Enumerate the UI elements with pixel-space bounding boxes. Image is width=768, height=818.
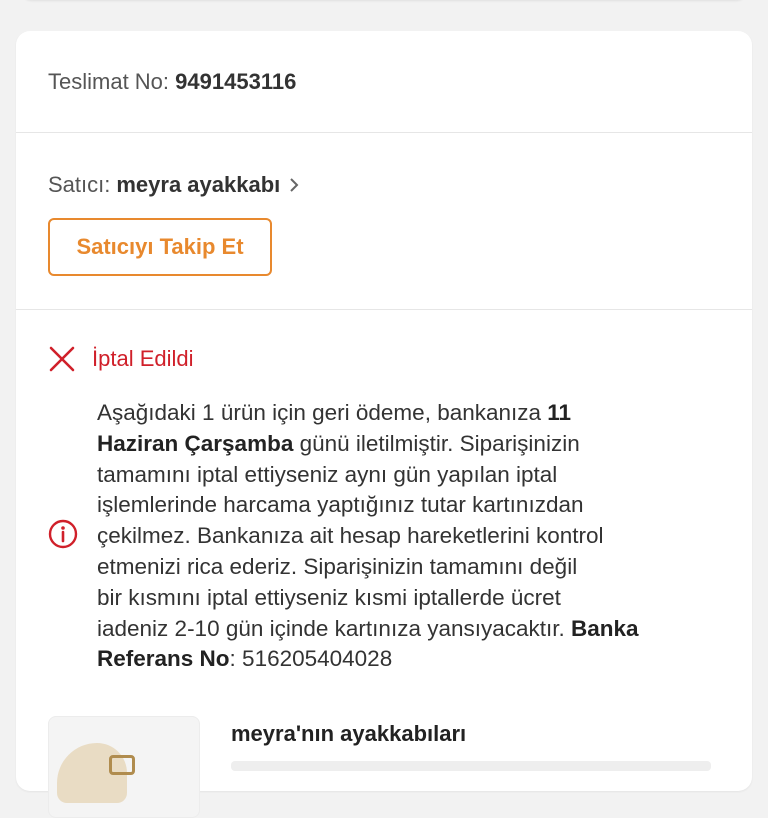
refund-line: tamamını iptal ettiyseniz aynı gün yapıl… bbox=[97, 461, 558, 487]
cancel-status: İptal Edildi bbox=[48, 345, 194, 373]
delivery-label: Teslimat No: bbox=[48, 69, 170, 94]
seller-link[interactable]: Satıcı: meyra ayakkabı bbox=[48, 172, 300, 198]
close-icon bbox=[49, 346, 75, 372]
product-image[interactable] bbox=[48, 716, 200, 818]
refund-line: Haziran Çarşamba günü iletilmiştir. Sipa… bbox=[97, 430, 580, 456]
info-icon bbox=[48, 519, 78, 549]
product-title[interactable]: meyra'nın ayakkabıları bbox=[231, 721, 466, 747]
divider bbox=[16, 309, 752, 310]
refund-line: iadeniz 2-10 gün içinde kartınıza yansıy… bbox=[97, 615, 639, 641]
refund-info-text: Aşağıdaki 1 ürün için geri ödeme, bankan… bbox=[97, 398, 727, 675]
buckle-shape bbox=[109, 755, 135, 775]
refund-line: Referans No: 516205404028 bbox=[97, 646, 393, 672]
refund-line: Aşağıdaki 1 ürün için geri ödeme, bankan… bbox=[97, 400, 572, 425]
delivery-number-row: Teslimat No: 9491453116 bbox=[48, 69, 296, 95]
order-card: Teslimat No: 9491453116 Satıcı: meyra ay… bbox=[16, 31, 752, 818]
refund-line: çekilmez. Bankanıza ait hesap hareketler… bbox=[97, 523, 604, 549]
refund-line: işlemlerinde harcama yaptığınız tutar ka… bbox=[97, 492, 584, 518]
refund-line: bir kısmını iptal ettiyseniz kısmi iptal… bbox=[97, 584, 561, 610]
chevron-right-icon bbox=[290, 178, 299, 192]
product-subtitle-placeholder bbox=[231, 761, 711, 771]
refund-line: etmenizi rica ederiz. Siparişinizin tama… bbox=[97, 553, 578, 579]
divider bbox=[16, 132, 752, 133]
seller-name: meyra ayakkabı bbox=[116, 172, 281, 197]
seller-label: Satıcı: bbox=[48, 172, 111, 197]
follow-seller-button[interactable]: Satıcıyı Takip Et bbox=[48, 218, 272, 276]
delivery-number: 9491453116 bbox=[175, 69, 297, 94]
status-label: İptal Edildi bbox=[92, 346, 194, 371]
